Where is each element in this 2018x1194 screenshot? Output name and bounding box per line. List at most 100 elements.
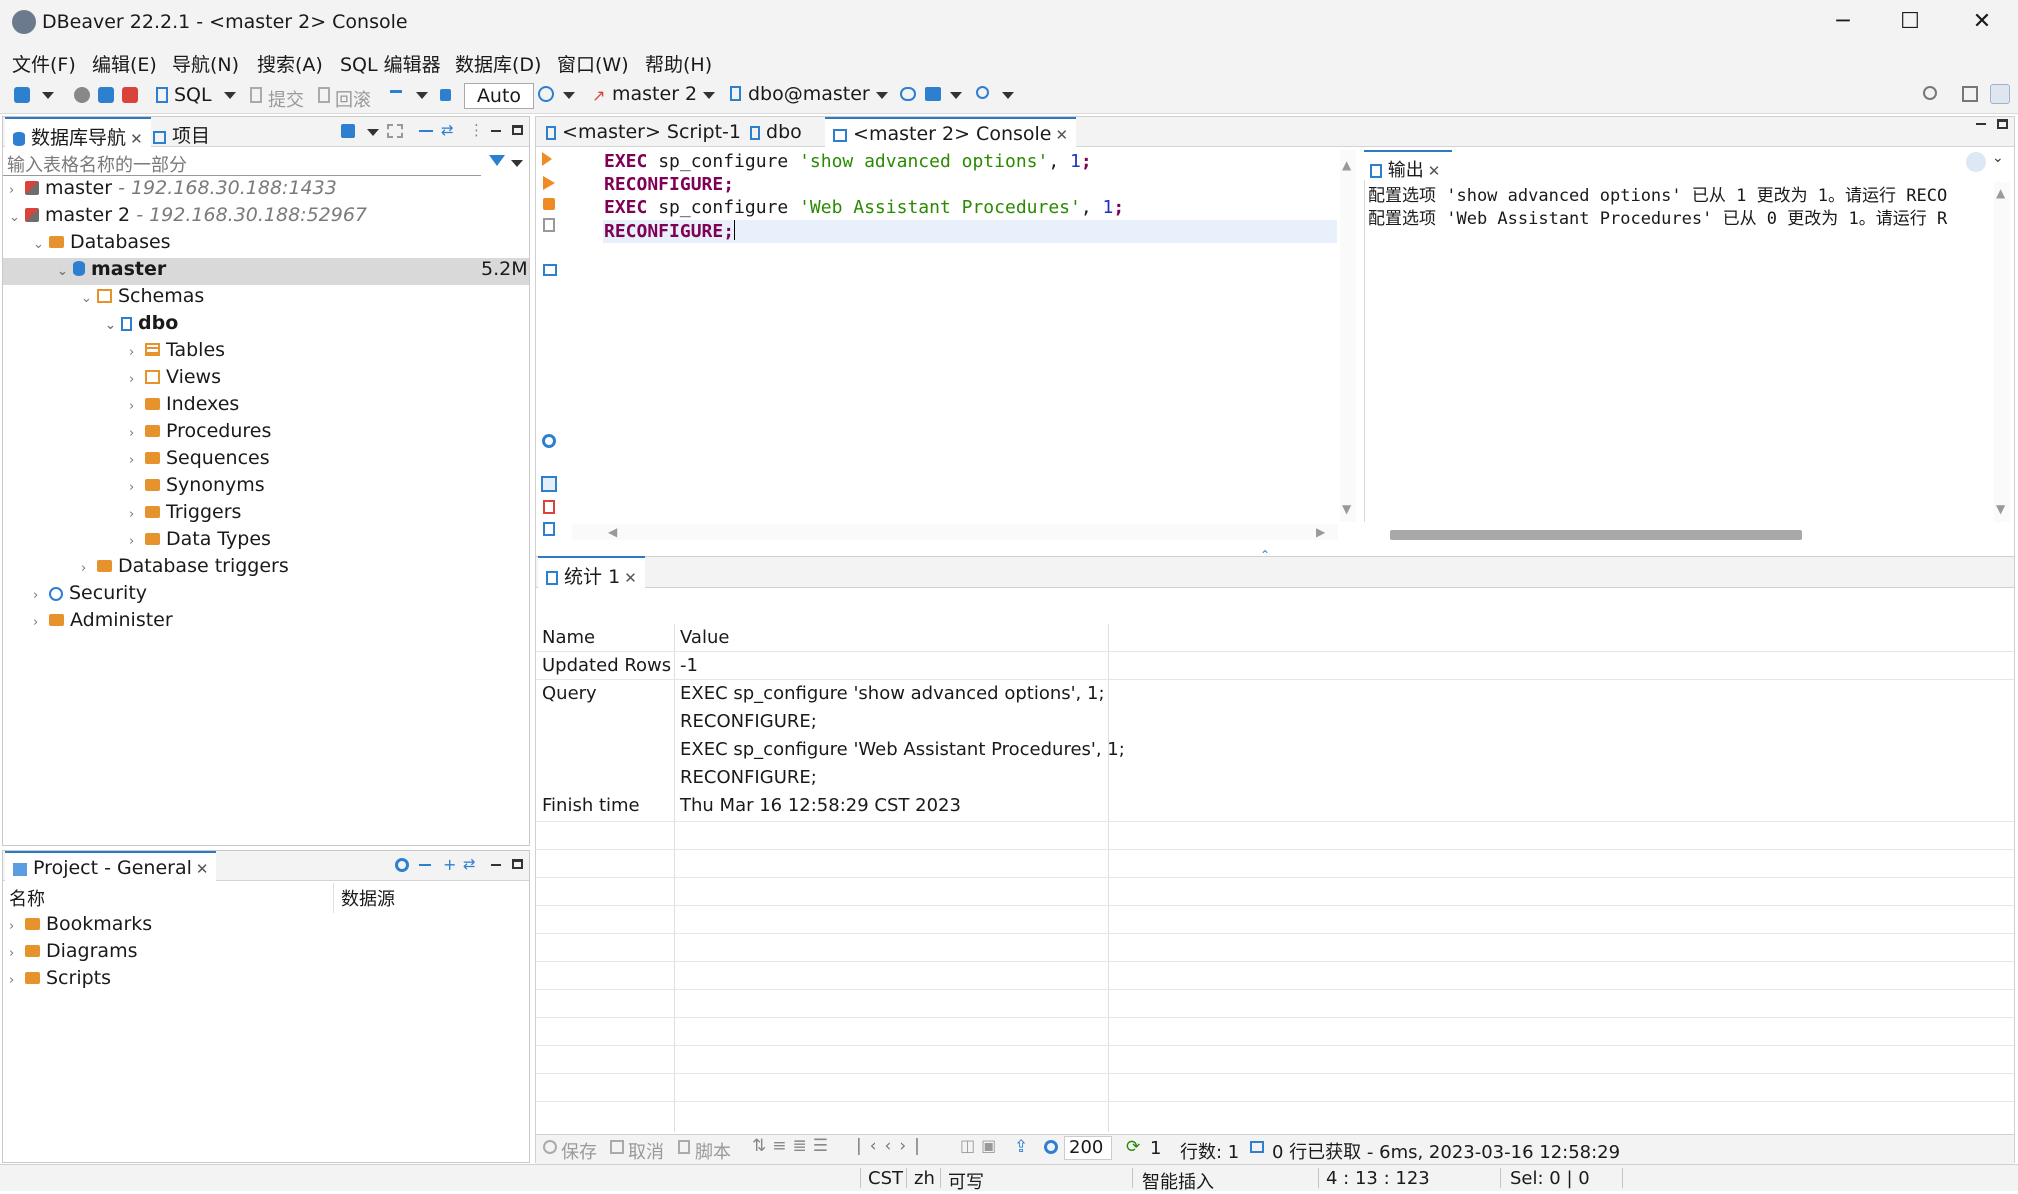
search-icon[interactable] [976, 86, 989, 99]
save-button[interactable]: 保存 [561, 1138, 597, 1164]
editor-vertical-scrollbar[interactable] [1340, 150, 1356, 522]
minimize-button[interactable]: ─ [1807, 0, 1879, 46]
filter-input-placeholder[interactable]: 输入表格名称的一部分 [7, 151, 187, 177]
history-icon[interactable] [538, 86, 554, 102]
lock-icon[interactable] [440, 89, 451, 101]
tab-statistics-1[interactable]: 统计 1 ✕ [538, 556, 645, 588]
minimize-view-icon[interactable] [419, 130, 433, 132]
invalidate-icon[interactable] [122, 87, 138, 103]
chevron-right-icon[interactable]: › [9, 973, 25, 988]
chevron-right-icon[interactable]: › [9, 919, 25, 934]
new-connection-icon[interactable] [341, 124, 355, 138]
transaction-mode-icon[interactable] [390, 90, 402, 93]
view-menu-icon[interactable]: ⋮ [469, 121, 484, 139]
chevron-down-icon[interactable] [703, 92, 715, 99]
tree-schemas[interactable]: ⌄ Schemas [81, 285, 204, 311]
column-header-datasource[interactable]: 数据源 [341, 885, 395, 911]
menu-file[interactable]: 文件(F) [12, 50, 76, 77]
chevron-down-icon[interactable]: ⌄ [81, 291, 97, 306]
sql-button[interactable]: SQL [174, 84, 212, 106]
chevron-down-icon[interactable] [876, 92, 888, 99]
open-perspective-icon[interactable] [1962, 86, 1978, 102]
chevron-down-icon[interactable] [416, 92, 428, 99]
tree-administer[interactable]: › Administer [33, 609, 173, 635]
commit-mode-icon[interactable] [925, 87, 941, 101]
chevron-right-icon[interactable]: › [33, 615, 49, 630]
close-icon[interactable]: ✕ [196, 860, 209, 878]
grid-header-name[interactable]: Name [542, 627, 595, 655]
scroll-down-icon[interactable]: ▼ [1996, 502, 2005, 516]
close-icon[interactable]: ✕ [1428, 162, 1441, 180]
tree-connection-master[interactable]: › master - 192.168.30.188:1433 [9, 177, 337, 203]
grid-cell-name[interactable]: Query [542, 683, 597, 711]
chevron-right-icon[interactable]: › [81, 561, 97, 576]
close-button[interactable]: ✕ [1946, 0, 2018, 46]
chevron-right-icon[interactable]: › [129, 372, 145, 387]
tree-database-master[interactable]: ⌄ master [57, 258, 166, 284]
tasks-icon[interactable] [900, 87, 916, 101]
tree-database-triggers[interactable]: › Database triggers [81, 555, 289, 581]
project-item-diagrams[interactable]: › Diagrams [9, 940, 137, 966]
fetch-size-input[interactable]: 200 [1064, 1136, 1112, 1160]
new-connection-icon[interactable] [14, 87, 30, 103]
maximize-button[interactable]: ☐ [1874, 0, 1946, 46]
scroll-up-icon[interactable]: ▲ [1342, 158, 1351, 172]
view-mode-icons[interactable]: ◫▣ [960, 1136, 1002, 1155]
active-schema[interactable]: dbo@master [748, 83, 870, 105]
tab-database-navigator[interactable]: 数据库导航 ✕ [5, 117, 151, 149]
tree-security[interactable]: › Security [33, 582, 147, 608]
chevron-down-icon[interactable] [511, 160, 523, 167]
connect-icon[interactable] [74, 87, 90, 103]
minimize-icon[interactable] [491, 864, 501, 866]
collapse-all-icon[interactable] [387, 124, 403, 138]
global-search-icon[interactable] [1923, 86, 1937, 100]
chevron-right-icon[interactable]: › [129, 426, 145, 441]
grid-cell-value[interactable]: EXEC sp_configure 'Web Assistant Procedu… [680, 739, 1125, 767]
grid-cell-value[interactable]: EXEC sp_configure 'show advanced options… [680, 683, 1105, 711]
chevron-right-icon[interactable]: › [9, 183, 25, 198]
link-with-editor-icon[interactable]: ⇄ [441, 121, 454, 139]
minimize-icon[interactable] [491, 130, 501, 132]
menu-help[interactable]: 帮助(H) [645, 50, 712, 77]
chevron-down-icon[interactable]: ⌄ [105, 318, 121, 333]
script-button[interactable]: 脚本 [695, 1138, 731, 1164]
gear-icon[interactable] [395, 858, 409, 872]
tab-output[interactable]: 输出 ✕ [1364, 150, 1452, 181]
chevron-down-icon[interactable] [224, 92, 236, 99]
chevron-down-icon[interactable]: ⌄ [1992, 150, 2004, 166]
tree-indexes[interactable]: › Indexes [129, 393, 239, 419]
refresh-count[interactable]: 1 [1150, 1138, 1161, 1159]
gear-icon[interactable] [1044, 1140, 1058, 1154]
chevron-down-icon[interactable] [367, 129, 379, 136]
tree-databases[interactable]: ⌄ Databases [33, 231, 171, 257]
disconnect-icon[interactable] [98, 87, 114, 103]
scroll-down-icon[interactable]: ▼ [1342, 502, 1351, 516]
close-icon[interactable]: ✕ [130, 130, 143, 148]
tab-project-general[interactable]: Project - General ✕ [5, 851, 217, 881]
execute-statement-icon[interactable] [542, 152, 552, 166]
dbeaver-perspective-icon[interactable] [1990, 84, 2010, 104]
tree-procedures[interactable]: › Procedures [129, 420, 271, 446]
tree-data-types[interactable]: › Data Types [129, 528, 271, 554]
close-icon[interactable]: ✕ [1055, 126, 1068, 144]
column-header-name[interactable]: 名称 [9, 885, 45, 911]
explain-plan-icon[interactable] [543, 218, 555, 232]
chevron-right-icon[interactable]: › [129, 453, 145, 468]
scroll-up-icon[interactable]: ▲ [1996, 186, 2005, 200]
grid-cell-name[interactable]: Updated Rows [542, 655, 671, 683]
chevron-right-icon[interactable]: › [129, 399, 145, 414]
chevron-right-icon[interactable]: › [9, 946, 25, 961]
auto-commit-field[interactable]: Auto [464, 83, 534, 109]
chevron-right-icon[interactable]: › [33, 588, 49, 603]
chevron-down-icon[interactable]: ⌄ [33, 237, 49, 252]
tree-connection-master-2[interactable]: ⌄ master 2 - 192.168.30.188:52967 [9, 204, 367, 230]
open-console-icon[interactable] [543, 264, 557, 276]
link-with-editor-icon[interactable]: ⇄ [463, 855, 476, 873]
chevron-down-icon[interactable]: ⌄ [57, 264, 73, 279]
tree-views[interactable]: › Views [129, 366, 221, 392]
scroll-left-icon[interactable]: ◀ [608, 525, 617, 539]
chevron-down-icon[interactable] [42, 92, 54, 99]
filter-icon[interactable] [489, 155, 505, 166]
scroll-right-icon[interactable]: ▶ [1316, 525, 1325, 539]
chevron-right-icon[interactable]: › [129, 345, 145, 360]
